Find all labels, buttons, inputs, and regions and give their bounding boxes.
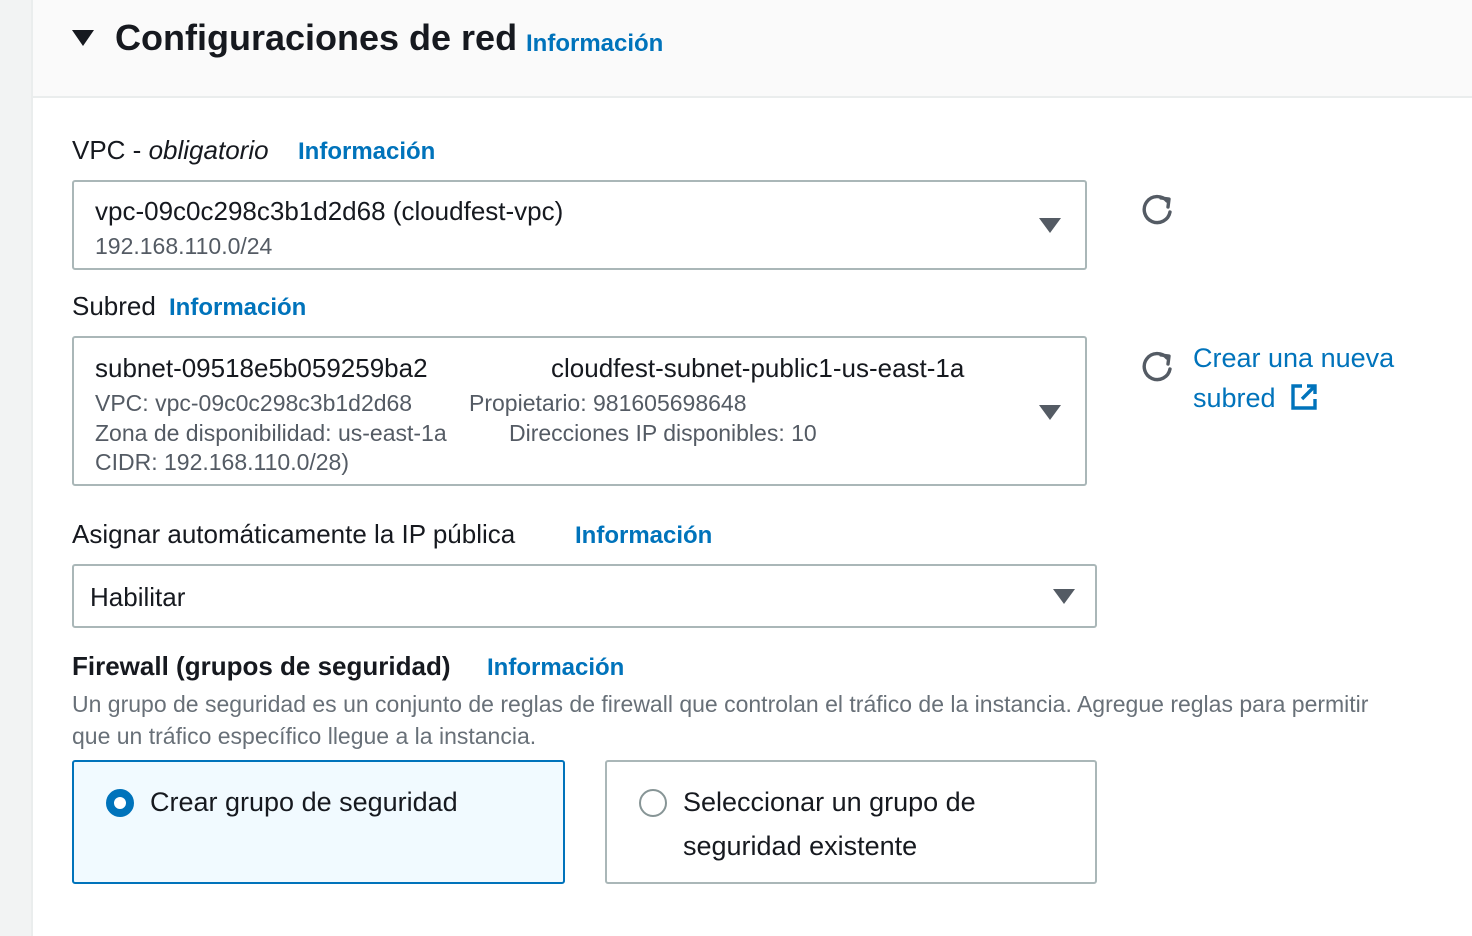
subnet-refresh-button[interactable] (1137, 347, 1177, 387)
chevron-down-icon (1053, 589, 1075, 604)
create-subnet-link-line2: subred (1193, 383, 1276, 413)
select-existing-security-group-option[interactable]: Seleccionar un grupo de seguridad existe… (605, 760, 1097, 884)
subnet-info-link[interactable]: Información (169, 292, 306, 324)
subnet-az-detail: Zona de disponibilidad: us-east-1a (95, 420, 447, 446)
radio-selected-icon[interactable] (106, 789, 134, 817)
collapse-caret-icon[interactable] (72, 30, 94, 46)
subnet-vpc-detail: VPC: vpc-09c0c298c3b1d2d68 (95, 390, 413, 416)
subnet-label: Subred (72, 291, 156, 321)
create-security-group-option[interactable]: Crear grupo de seguridad (72, 760, 565, 884)
public-ip-label: Asignar automáticamente la IP pública (72, 519, 516, 549)
section-info-link[interactable]: Información (526, 28, 663, 60)
left-rail (0, 0, 33, 936)
subnet-ips-detail: Direcciones IP disponibles: 10 (509, 420, 817, 446)
section-title: Configuraciones de red (115, 16, 517, 60)
vpc-info-link[interactable]: Información (298, 136, 435, 168)
refresh-icon (1142, 194, 1172, 225)
public-ip-select[interactable]: Habilitar (72, 564, 1097, 628)
select-existing-label: Seleccionar un grupo de seguridad existe… (683, 780, 976, 868)
network-settings-page: Configuraciones de red Información VPC -… (0, 0, 1472, 936)
firewall-label: Firewall (grupos de seguridad) (72, 651, 451, 681)
vpc-label-main: VPC - (72, 135, 149, 165)
select-existing-label-line1: Seleccionar un grupo de (683, 787, 976, 817)
firewall-description: Un grupo de seguridad es un conjunto de … (72, 691, 1369, 749)
subnet-select[interactable]: subnet-09518e5b059259ba2 cloudfest-subne… (72, 336, 1087, 486)
subnet-selected-name: cloudfest-subnet-public1-us-east-1a (551, 353, 965, 383)
external-link-icon (1291, 384, 1317, 410)
firewall-info-link[interactable]: Información (487, 652, 624, 684)
refresh-icon (1142, 351, 1172, 382)
subnet-cidr-detail: CIDR: 192.168.110.0/28) (95, 449, 350, 475)
radio-unselected-icon[interactable] (639, 789, 667, 817)
vpc-select[interactable]: vpc-09c0c298c3b1d2d68 (cloudfest-vpc) 19… (72, 180, 1087, 270)
create-security-group-label: Crear grupo de seguridad (150, 787, 458, 817)
public-ip-info-link[interactable]: Información (575, 520, 712, 552)
create-subnet-link-line1: Crear una nueva (1193, 343, 1395, 373)
subnet-owner-detail: Propietario: 981605698648 (469, 390, 747, 416)
vpc-refresh-button[interactable] (1137, 190, 1177, 230)
vpc-label-required: obligatorio (148, 135, 269, 165)
create-subnet-link[interactable]: Crear una nueva subred (1193, 338, 1394, 418)
subnet-selected-id: subnet-09518e5b059259ba2 (95, 353, 428, 383)
chevron-down-icon (1039, 405, 1061, 420)
vpc-label: VPC - obligatorio (72, 134, 269, 166)
vpc-selected-cidr: 192.168.110.0/24 (95, 233, 273, 259)
section-title-text: Configuraciones de red (115, 17, 518, 58)
select-existing-label-line2: seguridad existente (683, 831, 918, 861)
chevron-down-icon (1039, 218, 1061, 233)
vpc-selected-value: vpc-09c0c298c3b1d2d68 (cloudfest-vpc) (95, 196, 564, 226)
public-ip-selected-value: Habilitar (90, 582, 186, 612)
